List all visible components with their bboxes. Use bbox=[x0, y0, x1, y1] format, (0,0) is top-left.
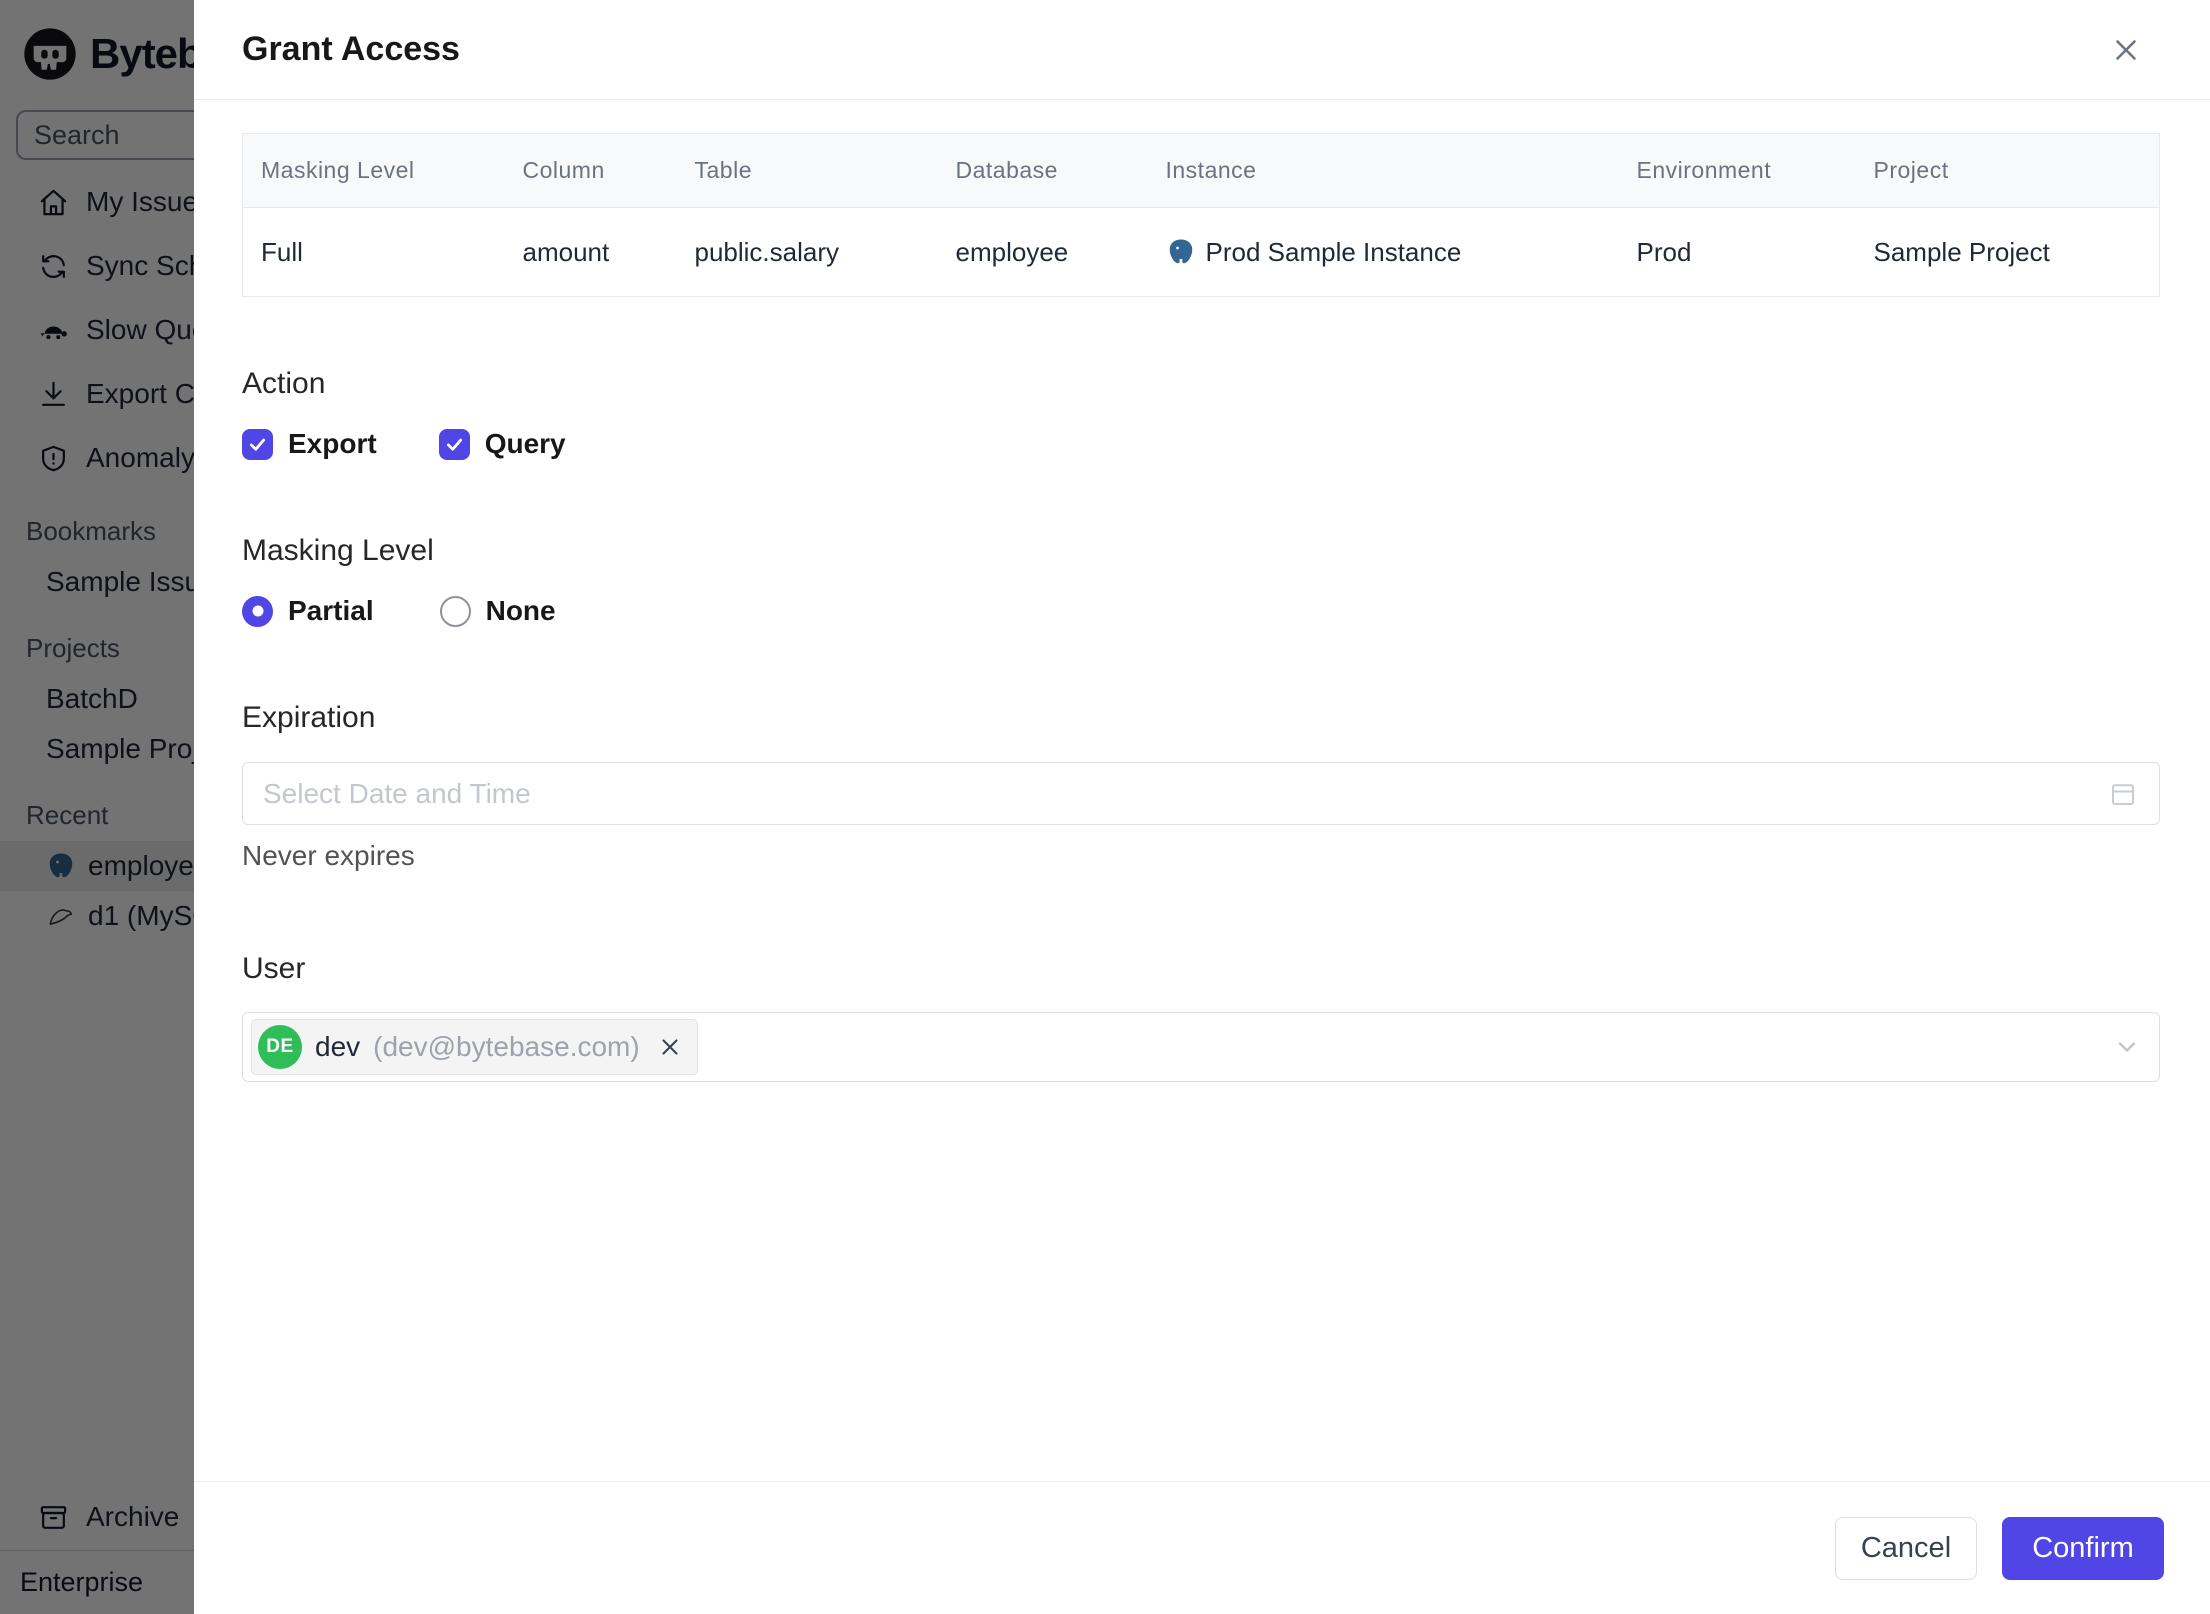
none-radio[interactable]: None bbox=[439, 595, 556, 627]
cell-table: public.salary bbox=[676, 207, 938, 297]
col-header-database: Database bbox=[937, 133, 1148, 208]
col-header-instance: Instance bbox=[1147, 133, 1619, 208]
export-checkbox[interactable]: Export bbox=[242, 428, 377, 460]
chevron-down-icon bbox=[2118, 1042, 2136, 1052]
table-row: Full amount public.salary employee Prod … bbox=[242, 207, 2160, 297]
radio-unselected-icon bbox=[439, 595, 471, 627]
cancel-button[interactable]: Cancel bbox=[1835, 1516, 1977, 1580]
expiration-date-input[interactable] bbox=[242, 762, 2160, 825]
col-header-environment: Environment bbox=[1618, 133, 1856, 208]
checkbox-checked-icon bbox=[242, 428, 273, 460]
cell-instance: Prod Sample Instance bbox=[1147, 207, 1619, 297]
user-select[interactable]: DE dev (dev@bytebase.com) bbox=[242, 1012, 2160, 1082]
query-checkbox[interactable]: Query bbox=[438, 428, 566, 460]
cell-database: employee bbox=[937, 207, 1148, 297]
confirm-button[interactable]: Confirm bbox=[2002, 1516, 2164, 1580]
col-header-column: Column bbox=[504, 133, 677, 208]
masking-access-table: Masking Level Column Table Database Inst… bbox=[242, 133, 2160, 297]
cell-masking-level: Full bbox=[242, 207, 505, 297]
modal-footer: Cancel Confirm bbox=[194, 1481, 2210, 1614]
col-header-table: Table bbox=[676, 133, 938, 208]
export-label: Export bbox=[288, 428, 377, 459]
cell-environment: Prod bbox=[1618, 207, 1856, 297]
remove-user-icon[interactable] bbox=[657, 1034, 683, 1060]
masking-level-heading: Masking Level bbox=[242, 534, 434, 567]
user-name: dev bbox=[315, 1031, 361, 1062]
radio-selected-icon bbox=[242, 595, 273, 627]
grant-access-modal: Grant Access Masking Level Column Table … bbox=[194, 0, 2210, 1614]
table-header-row: Masking Level Column Table Database Inst… bbox=[242, 133, 2160, 208]
modal-header: Grant Access bbox=[194, 0, 2210, 100]
user-tag: DE dev (dev@bytebase.com) bbox=[251, 1019, 698, 1075]
action-heading: Action bbox=[242, 367, 326, 400]
expiration-field bbox=[242, 762, 2160, 825]
cell-project: Sample Project bbox=[1855, 207, 2160, 297]
cell-column: amount bbox=[504, 207, 677, 297]
modal-title: Grant Access bbox=[242, 30, 460, 68]
col-header-masking-level: Masking Level bbox=[242, 133, 505, 208]
query-label: Query bbox=[484, 428, 566, 459]
partial-radio[interactable]: Partial bbox=[242, 595, 374, 627]
checkbox-checked-icon bbox=[438, 428, 470, 460]
partial-label: Partial bbox=[288, 595, 374, 626]
instance-name: Prod Sample Instance bbox=[1205, 236, 1462, 267]
modal-body: Masking Level Column Table Database Inst… bbox=[194, 100, 2210, 1481]
close-button[interactable] bbox=[2104, 28, 2148, 72]
close-icon bbox=[2116, 39, 2136, 60]
postgres-icon bbox=[1169, 239, 1192, 264]
avatar: DE bbox=[258, 1025, 302, 1069]
expiration-helper-text: Never expires bbox=[242, 840, 415, 871]
col-header-project: Project bbox=[1855, 133, 2160, 208]
action-options: Export Query bbox=[242, 428, 2160, 460]
user-email: (dev@bytebase.com) bbox=[373, 1031, 640, 1062]
user-heading: User bbox=[242, 952, 306, 985]
masking-level-options: Partial None bbox=[242, 595, 2160, 627]
expiration-heading: Expiration bbox=[242, 701, 376, 734]
none-label: None bbox=[485, 595, 556, 626]
